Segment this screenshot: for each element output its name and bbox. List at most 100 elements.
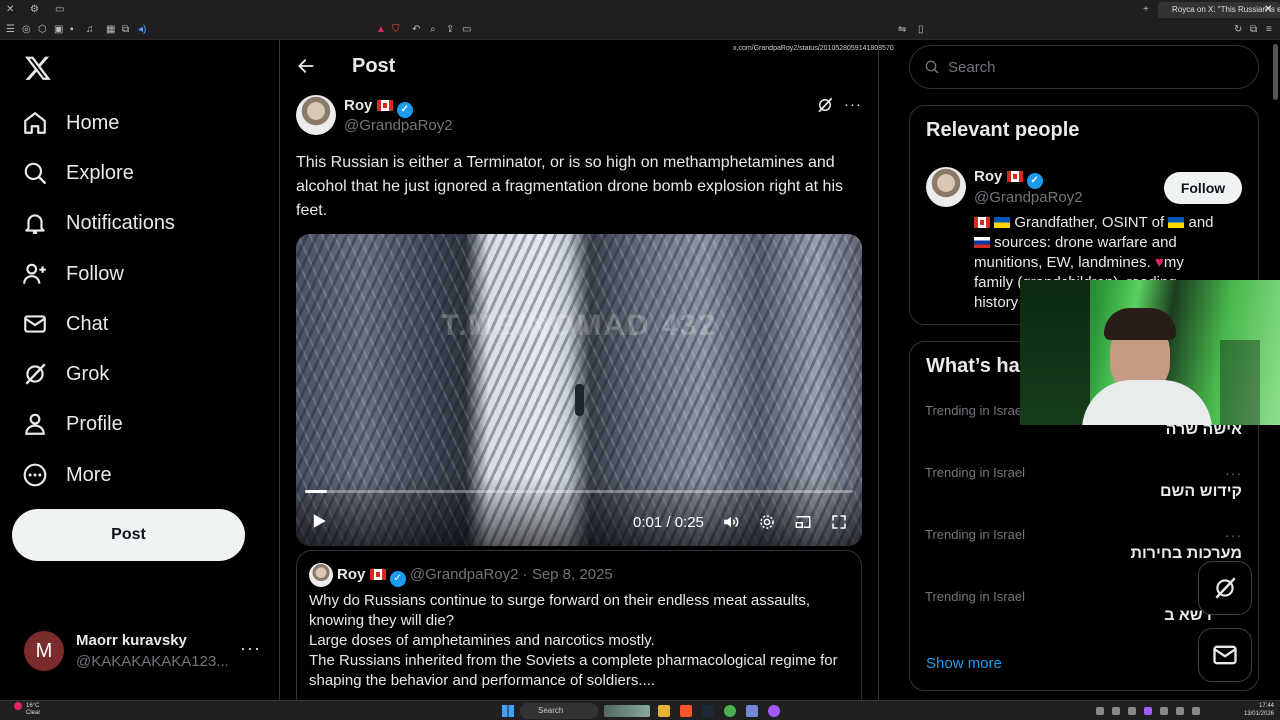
music-icon[interactable]: ♫: [86, 24, 94, 36]
messages-float-button[interactable]: [1198, 628, 1252, 682]
nav-chat[interactable]: Chat: [22, 304, 108, 344]
grok-float-button[interactable]: [1198, 561, 1252, 615]
more-dots-icon[interactable]: ···: [844, 96, 862, 113]
tray-icon[interactable]: [1176, 707, 1184, 715]
search-icon[interactable]: ⌕: [430, 24, 436, 36]
home-icon: [24, 112, 46, 134]
extension-icon[interactable]: ⧉: [122, 24, 129, 36]
person-handle[interactable]: @GrandpaRoy2: [974, 189, 1083, 206]
settings-gear-icon[interactable]: [758, 513, 776, 536]
clock-time: 17:44: [1258, 703, 1274, 709]
more-dots-icon[interactable]: ···: [1225, 527, 1242, 543]
tray-icon[interactable]: [1128, 707, 1136, 715]
extension-icon[interactable]: ▣: [54, 24, 63, 36]
close-icon[interactable]: ✕: [6, 4, 14, 16]
pip-icon[interactable]: [794, 513, 812, 536]
nav-explore[interactable]: Explore: [22, 153, 134, 193]
volume-icon[interactable]: [722, 513, 740, 536]
fullscreen-icon[interactable]: [830, 513, 848, 536]
reload-icon[interactable]: ↻: [1234, 24, 1242, 36]
grok-icon[interactable]: [816, 96, 834, 119]
tab-active[interactable]: Royca on X: "This Russian is eith: [1158, 2, 1280, 18]
nav-grok[interactable]: Grok: [22, 354, 109, 394]
steam-icon[interactable]: [702, 705, 714, 717]
bio-text: and: [1188, 214, 1214, 231]
browser-tab-bar: ✕ ⚙ ▭ + Royca on X: "This Russian is eit…: [0, 0, 1280, 20]
extension-icon[interactable]: ▦: [106, 24, 115, 36]
author-handle[interactable]: @GrandpaRoy2: [344, 117, 453, 134]
person-name[interactable]: Roy: [974, 168, 1002, 185]
chrome-icon[interactable]: [724, 705, 736, 717]
translate-icon[interactable]: ⇋: [898, 24, 906, 36]
video-watermark: T.ME/NOMAD 432: [440, 309, 718, 342]
add-person-icon: [23, 263, 46, 284]
tray-icon[interactable]: [1096, 707, 1104, 715]
account-switcher[interactable]: M Maorr kuravsky @KAKAKAKAKA123... ···: [12, 626, 268, 676]
show-more-link[interactable]: Show more: [926, 655, 1002, 672]
sound-icon[interactable]: ◂): [138, 24, 146, 36]
taskbar-search-label: Search: [538, 706, 564, 715]
quote-author-row: Roy ✓ @GrandpaRoy2 · Sep 8, 2025: [337, 566, 613, 587]
account-name: Maorr kuravsky: [76, 632, 187, 649]
nav-follow[interactable]: Follow: [22, 254, 124, 294]
warning-icon[interactable]: ▲: [376, 24, 386, 36]
clock[interactable]: 17:44 13/01/2026: [1236, 702, 1274, 718]
gear-icon[interactable]: ⚙: [30, 4, 39, 16]
trend-name[interactable]: קידוש השם: [1160, 483, 1242, 501]
share-icon[interactable]: ⇪: [446, 24, 454, 36]
clock-date: 13/01/2026: [1243, 711, 1274, 717]
canada-flag-icon: [376, 100, 393, 111]
nav-notifications[interactable]: Notifications: [22, 203, 175, 243]
nav-label: Grok: [66, 362, 110, 385]
nav-profile[interactable]: Profile: [22, 404, 123, 444]
back-arrow-icon[interactable]: [296, 56, 316, 81]
tray-icon[interactable]: [1160, 707, 1168, 715]
window-icon[interactable]: ▭: [55, 4, 64, 16]
close-window-icon[interactable]: ✕: [1264, 4, 1272, 16]
tray-icon[interactable]: [1192, 707, 1200, 715]
avatar[interactable]: [296, 95, 336, 135]
post-button[interactable]: Post: [12, 509, 245, 561]
tray-icon[interactable]: [1112, 707, 1120, 715]
menu-icon[interactable]: ☰: [6, 24, 15, 36]
news-widget-icon[interactable]: [604, 705, 650, 717]
discord-icon[interactable]: [746, 705, 758, 717]
trend-category: Trending in Israel: [925, 465, 1025, 480]
search-placeholder: Search: [948, 58, 996, 76]
author-name[interactable]: Roy: [344, 97, 372, 114]
more-dots-icon[interactable]: ···: [1225, 465, 1242, 481]
play-icon[interactable]: [310, 512, 328, 535]
shield-icon[interactable]: ⛉: [392, 24, 400, 36]
back-icon[interactable]: ↶: [412, 24, 420, 36]
menu-icon[interactable]: ≡: [1266, 24, 1272, 36]
windows-start-icon[interactable]: [502, 705, 514, 717]
folder-icon[interactable]: [658, 705, 670, 717]
tray-icon[interactable]: [1144, 707, 1152, 715]
video-player[interactable]: T.ME/NOMAD 432 0:01 / 0:25: [296, 234, 862, 546]
nav-more[interactable]: More: [22, 455, 112, 495]
brave-icon[interactable]: [680, 705, 692, 717]
nav-home[interactable]: Home: [22, 103, 119, 143]
pip-icon[interactable]: ⧉: [1250, 24, 1257, 36]
screen-icon[interactable]: ▭: [462, 24, 471, 36]
bio-text: sources: drone warfare and: [994, 234, 1177, 251]
app-icon[interactable]: [768, 705, 780, 717]
scrollbar-thumb[interactable]: [1273, 44, 1278, 100]
search-input[interactable]: Search: [909, 45, 1259, 89]
video-progress-track[interactable]: [305, 490, 853, 493]
x-logo-icon[interactable]: [24, 54, 52, 87]
sidebar-icon[interactable]: ◎: [22, 24, 31, 36]
follow-button[interactable]: Follow: [1164, 172, 1242, 204]
ukraine-flag-icon: [994, 217, 1011, 228]
new-tab-icon[interactable]: +: [1143, 4, 1149, 16]
taskbar-search[interactable]: Search: [520, 703, 598, 719]
extension-icon[interactable]: ▪: [70, 24, 74, 36]
verified-badge-icon: ✓: [396, 102, 413, 118]
avatar[interactable]: [926, 167, 966, 207]
bio-text: Grandfather, OSINT of: [1014, 214, 1165, 231]
more-dots-icon[interactable]: ···: [240, 638, 261, 659]
extension-icon[interactable]: ⬡: [38, 24, 47, 36]
bookmark-icon[interactable]: ▯: [918, 24, 924, 36]
weather-widget[interactable]: 16°C Clear: [26, 703, 40, 717]
quote-line: The Russians inherited from the Soviets …: [309, 652, 838, 689]
